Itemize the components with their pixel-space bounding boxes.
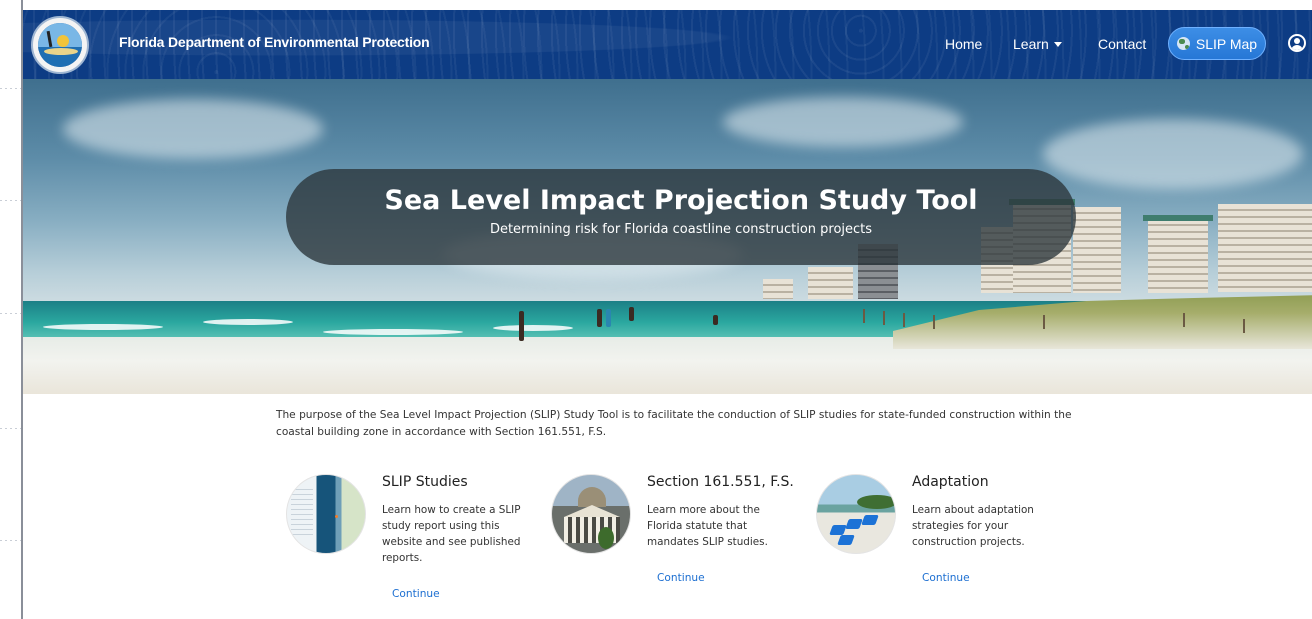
hero-dune xyxy=(893,295,1312,349)
top-navbar: Florida Department of Environmental Prot… xyxy=(23,10,1312,79)
hero-banner: Sea Level Impact Projection Study Tool D… xyxy=(23,79,1312,394)
nav-learn-dropdown[interactable]: Learn xyxy=(1013,36,1062,52)
globe-icon xyxy=(1176,37,1190,50)
caret-down-icon xyxy=(1053,42,1062,47)
card-title: Section 161.551, F.S. xyxy=(647,474,794,490)
hero-subtitle: Determining risk for Florida coastline c… xyxy=(489,222,873,237)
section-161551-continue-link[interactable]: Continue xyxy=(657,572,705,584)
card-title: Adaptation xyxy=(912,474,989,490)
nav-learn-label: Learn xyxy=(1013,36,1049,52)
slip-map-button[interactable]: SLIP Map xyxy=(1168,27,1266,60)
adaptation-continue-link[interactable]: Continue xyxy=(922,572,970,584)
capitol-building-thumbnail[interactable] xyxy=(551,474,631,554)
slip-studies-continue-link[interactable]: Continue xyxy=(392,588,440,600)
hero-title: Sea Level Impact Projection Study Tool xyxy=(384,185,978,216)
logo-seal-icon xyxy=(38,23,82,67)
nav-home-link[interactable]: Home xyxy=(945,36,982,52)
slip-map-label: SLIP Map xyxy=(1195,35,1258,52)
user-account-icon[interactable] xyxy=(1288,34,1306,52)
card-description: Learn more about the Florida statute tha… xyxy=(647,504,768,548)
site-title[interactable]: Florida Department of Environmental Prot… xyxy=(119,34,430,50)
adaptation-thumbnail[interactable] xyxy=(816,474,896,554)
hero-title-overlay: Sea Level Impact Projection Study Tool D… xyxy=(286,169,1076,265)
fdep-logo[interactable] xyxy=(31,16,89,74)
card-description: Learn how to create a SLIP study report … xyxy=(382,504,521,564)
page-margin xyxy=(0,0,22,619)
card-description: Learn about adaptation strategies for yo… xyxy=(912,504,1034,548)
intro-paragraph: The purpose of the Sea Level Impact Proj… xyxy=(276,409,1072,438)
slip-studies-thumbnail[interactable] xyxy=(286,474,366,554)
card-title: SLIP Studies xyxy=(382,474,468,490)
nav-contact-link[interactable]: Contact xyxy=(1098,36,1146,52)
